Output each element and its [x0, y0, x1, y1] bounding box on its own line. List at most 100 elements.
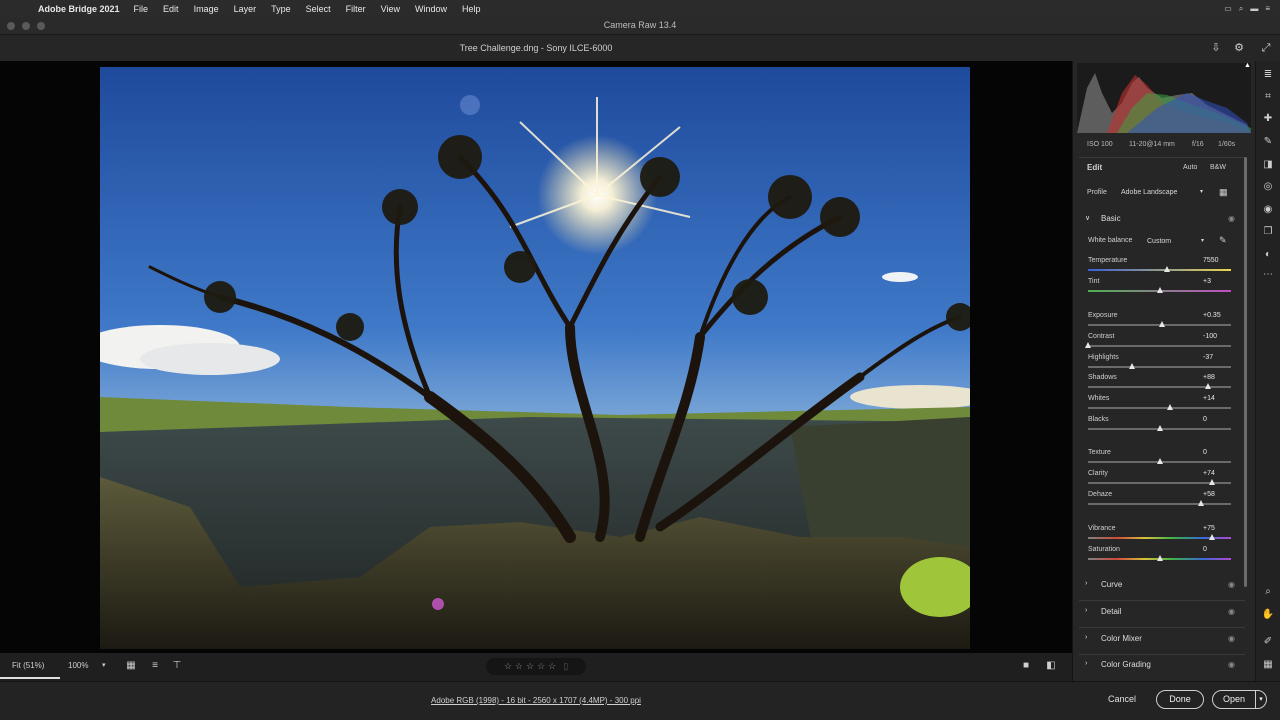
panel-scrollbar[interactable]: [1244, 157, 1247, 587]
single-view-icon[interactable]: ■: [1019, 659, 1033, 673]
slider-value-field[interactable]: 7550: [1203, 257, 1231, 264]
star-rating[interactable]: ☆ ☆ ☆ ☆ ☆ ▯: [486, 658, 586, 675]
slider-exposure[interactable]: Exposure +0.35: [1088, 312, 1231, 331]
filmstrip-icon[interactable]: ▦: [124, 659, 138, 673]
star-icon[interactable]: ☆: [515, 661, 523, 672]
photo-preview[interactable]: [100, 67, 970, 649]
slider-track[interactable]: [1088, 366, 1231, 368]
menu-select[interactable]: Select: [306, 4, 331, 14]
slider-thumb[interactable]: [1209, 479, 1216, 485]
slider-thumb[interactable]: [1209, 534, 1216, 540]
battery-icon[interactable]: ▬: [1250, 4, 1258, 13]
control-icon[interactable]: ▭: [1224, 4, 1232, 13]
profile-dropdown[interactable]: Adobe Landscape: [1121, 187, 1205, 199]
heal-icon[interactable]: ✚: [1260, 111, 1276, 127]
trash-icon[interactable]: ▯: [563, 661, 568, 672]
star-icon[interactable]: ☆: [526, 661, 534, 672]
brush-icon[interactable]: ✎: [1260, 134, 1276, 150]
fit-zoom-button[interactable]: Fit (51%): [0, 657, 60, 679]
gradient-icon[interactable]: ◨: [1260, 157, 1276, 173]
slider-thumb[interactable]: [1159, 321, 1166, 327]
eye-icon[interactable]: ◉: [1228, 607, 1235, 616]
eye-icon[interactable]: ◉: [1228, 634, 1235, 643]
menu-layer[interactable]: Layer: [234, 4, 257, 14]
image-canvas[interactable]: [0, 61, 1072, 653]
slider-value-field[interactable]: -100: [1203, 333, 1231, 340]
slider-value-field[interactable]: +88: [1203, 374, 1231, 381]
slider-thumb[interactable]: [1156, 425, 1163, 431]
slider-tint[interactable]: Tint +3: [1088, 278, 1231, 297]
star-icon[interactable]: ☆: [548, 661, 556, 672]
profile-browser-icon[interactable]: ▦: [1219, 187, 1228, 198]
slider-contrast[interactable]: Contrast -100: [1085, 333, 1231, 352]
radial-icon[interactable]: ◎: [1260, 179, 1276, 195]
eye-icon[interactable]: ◉: [1228, 214, 1235, 223]
save-icon[interactable]: ⇩: [1208, 40, 1224, 56]
menu-type[interactable]: Type: [271, 4, 291, 14]
slider-vibrance[interactable]: Vibrance +75: [1088, 525, 1231, 544]
chevron-down-icon[interactable]: ▾: [1201, 237, 1204, 244]
slider-thumb[interactable]: [1197, 500, 1204, 506]
slider-thumb[interactable]: [1156, 458, 1163, 464]
chevron-right-icon[interactable]: ›: [1085, 660, 1087, 667]
zoom-icon[interactable]: ⌕: [1260, 584, 1276, 600]
slider-shadows[interactable]: Shadows +88: [1088, 374, 1231, 393]
slider-value-field[interactable]: +14: [1203, 395, 1231, 402]
slider-texture[interactable]: Texture 0: [1088, 449, 1231, 468]
auto-button[interactable]: Auto: [1183, 164, 1197, 171]
eyedropper-icon[interactable]: ✎: [1219, 235, 1227, 246]
filter-icon[interactable]: ⊤: [170, 659, 184, 673]
hand-icon[interactable]: ✋: [1260, 607, 1276, 623]
slider-blacks[interactable]: Blacks 0: [1088, 416, 1231, 435]
chevron-right-icon[interactable]: ›: [1085, 607, 1087, 614]
redeye-icon[interactable]: ◉: [1260, 202, 1276, 218]
menu-view[interactable]: View: [381, 4, 400, 14]
detail-section-header[interactable]: › Detail ◉: [1085, 607, 1245, 621]
slider-whites[interactable]: Whites +14: [1088, 395, 1231, 414]
slider-track[interactable]: [1088, 407, 1231, 409]
basic-section-header[interactable]: ∨ Basic ◉: [1085, 214, 1245, 228]
histogram[interactable]: ▲: [1077, 62, 1251, 133]
slider-track[interactable]: [1088, 345, 1231, 347]
highlight-clipping-icon[interactable]: ▲: [1244, 62, 1251, 69]
slider-saturation[interactable]: Saturation 0: [1088, 546, 1231, 565]
done-button[interactable]: Done: [1156, 690, 1204, 709]
slider-track[interactable]: [1088, 269, 1231, 271]
menu-help[interactable]: Help: [462, 4, 481, 14]
eye-icon[interactable]: ◉: [1228, 660, 1235, 669]
fullscreen-icon[interactable]: ⤢: [1258, 40, 1274, 56]
search-icon[interactable]: ⌕: [1239, 4, 1243, 14]
slider-value-field[interactable]: +0.35: [1203, 312, 1231, 319]
zoom-level-dropdown[interactable]: 100%: [68, 661, 88, 670]
menu-file[interactable]: File: [134, 4, 149, 14]
chevron-down-icon[interactable]: ▾: [102, 661, 106, 669]
bw-button[interactable]: B&W: [1210, 164, 1226, 171]
sampler-icon[interactable]: ✐: [1260, 634, 1276, 650]
menu-image[interactable]: Image: [194, 4, 219, 14]
chevron-down-icon[interactable]: ▾: [1255, 690, 1267, 709]
eye-icon[interactable]: ◉: [1228, 580, 1235, 589]
slider-thumb[interactable]: [1156, 555, 1163, 561]
slider-dehaze[interactable]: Dehaze +58: [1088, 491, 1231, 510]
slider-value-field[interactable]: +3: [1203, 278, 1231, 285]
slider-thumb[interactable]: [1205, 383, 1212, 389]
slider-value-field[interactable]: 0: [1203, 546, 1231, 553]
slider-thumb[interactable]: [1085, 342, 1091, 348]
chevron-right-icon[interactable]: ›: [1085, 580, 1087, 587]
slider-value-field[interactable]: +75: [1203, 525, 1231, 532]
menu-filter[interactable]: Filter: [346, 4, 366, 14]
presets-icon[interactable]: ◐: [1260, 247, 1276, 263]
color-mixer-section-header[interactable]: › Color Mixer ◉: [1085, 634, 1245, 648]
slider-value-field[interactable]: +74: [1203, 470, 1231, 477]
slider-value-field[interactable]: 0: [1203, 416, 1231, 423]
curve-section-header[interactable]: › Curve ◉: [1085, 580, 1245, 594]
slider-thumb[interactable]: [1163, 266, 1170, 272]
cancel-button[interactable]: Cancel: [1108, 694, 1136, 704]
menu-edit[interactable]: Edit: [163, 4, 179, 14]
edit-icon[interactable]: ≣: [1260, 67, 1276, 83]
menu-window[interactable]: Window: [415, 4, 447, 14]
app-name-menu[interactable]: Adobe Bridge 2021: [38, 4, 120, 14]
open-button[interactable]: Open: [1212, 690, 1256, 709]
slider-value-field[interactable]: -37: [1203, 354, 1231, 361]
sort-icon[interactable]: ≡: [148, 659, 162, 673]
